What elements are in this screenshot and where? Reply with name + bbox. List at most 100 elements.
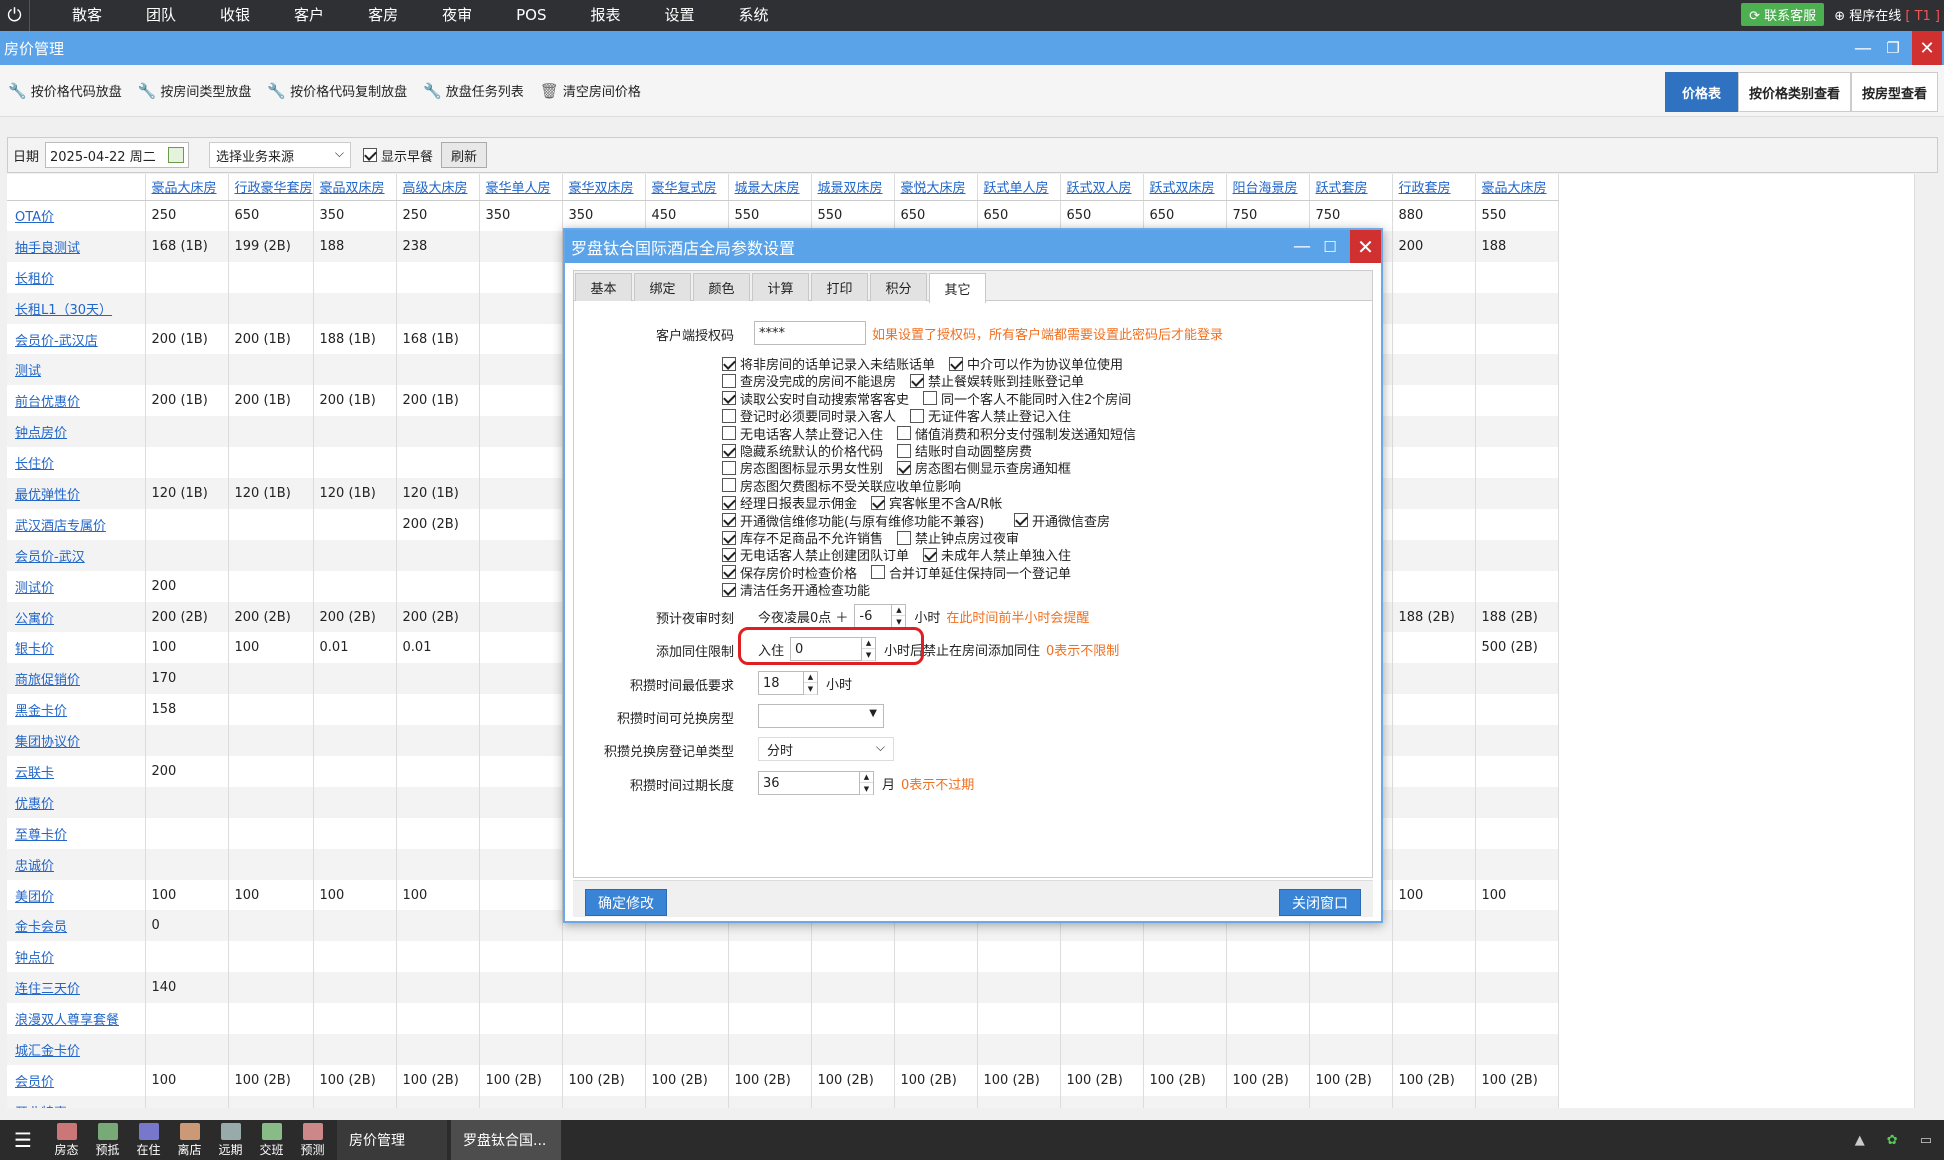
price-cell[interactable] <box>479 570 563 602</box>
price-cell[interactable] <box>313 941 397 973</box>
price-cell[interactable] <box>1392 478 1476 509</box>
price-cell[interactable]: 100 (2B) <box>1143 1064 1227 1096</box>
price-cell[interactable] <box>811 1095 895 1108</box>
price-cell[interactable] <box>645 972 729 1004</box>
option-checkbox[interactable]: 清洁任务开通检查功能 <box>722 580 870 599</box>
price-cell[interactable]: 100 (2B) <box>1392 1064 1476 1096</box>
price-cell[interactable] <box>313 694 397 726</box>
price-cell[interactable]: 199 (2B) <box>228 230 314 262</box>
checkbox[interactable] <box>923 547 937 562</box>
column-header[interactable]: 阳台海景房 <box>1226 174 1310 201</box>
price-code-link[interactable]: 会员价-武汉 <box>7 539 146 571</box>
checkbox[interactable] <box>910 408 924 423</box>
price-cell[interactable] <box>1226 941 1310 973</box>
price-cell[interactable]: 120 (1B) <box>396 478 480 509</box>
price-cell[interactable] <box>645 1003 729 1035</box>
price-cell[interactable]: 168 (1B) <box>396 323 480 355</box>
price-cell[interactable] <box>894 1034 978 1065</box>
price-cell[interactable] <box>228 694 314 726</box>
price-cell[interactable] <box>1475 292 1559 324</box>
price-cell[interactable] <box>562 1034 646 1065</box>
reg-type-select[interactable]: 分时 ⌵ <box>758 737 894 761</box>
price-cell[interactable] <box>228 663 314 695</box>
price-cell[interactable] <box>479 261 563 293</box>
vertical-scrollbar[interactable] <box>1914 174 1932 1108</box>
quick-launch-item[interactable]: 房态 <box>46 1122 87 1158</box>
price-code-link[interactable]: 金卡会员 <box>7 910 146 942</box>
option-checkbox[interactable]: 经理日报表显示佣金 <box>722 493 857 512</box>
tray-window-icon[interactable]: ▭ <box>1920 1133 1932 1148</box>
column-header[interactable]: 豪品大床房 <box>1475 174 1559 201</box>
price-cell[interactable]: 120 (1B) <box>228 478 314 509</box>
price-cell[interactable]: 200 (2B) <box>228 601 314 633</box>
price-cell[interactable] <box>894 972 978 1004</box>
price-cell[interactable] <box>1226 1003 1310 1035</box>
price-cell[interactable] <box>1060 941 1144 973</box>
menu-item[interactable]: 设置 <box>642 0 716 31</box>
price-cell[interactable] <box>145 1003 229 1035</box>
price-cell[interactable] <box>645 1034 729 1065</box>
price-cell[interactable] <box>562 1095 646 1108</box>
price-cell[interactable] <box>479 416 563 448</box>
price-cell[interactable] <box>396 1034 480 1065</box>
price-cell[interactable] <box>1475 972 1559 1004</box>
price-cell[interactable]: 100 (2B) <box>1475 1064 1559 1096</box>
price-code-link[interactable]: 连住三天价 <box>7 972 146 1004</box>
price-cell[interactable] <box>1392 910 1476 942</box>
price-cell[interactable] <box>396 1095 480 1108</box>
price-cell[interactable] <box>1475 478 1559 509</box>
option-checkbox[interactable]: 结账时自动圆整房费 <box>897 441 1032 460</box>
price-cell[interactable]: 200 (2B) <box>145 601 229 633</box>
price-cell[interactable] <box>1475 570 1559 602</box>
price-cell[interactable] <box>1392 756 1476 787</box>
tab-2[interactable]: 绑定 <box>634 273 691 301</box>
price-cell[interactable] <box>645 1095 729 1108</box>
checkbox[interactable] <box>722 460 736 475</box>
price-cell[interactable] <box>228 941 314 973</box>
price-cell[interactable] <box>1143 972 1227 1004</box>
column-header[interactable]: 行政豪华套房 <box>228 174 314 201</box>
price-cell[interactable]: 0.01 <box>313 632 397 664</box>
price-cell[interactable]: 100 <box>228 632 314 664</box>
task-tab-settings[interactable]: 罗盘钛合国... <box>451 1120 561 1160</box>
price-cell[interactable] <box>313 786 397 818</box>
option-checkbox[interactable]: 无电话客人禁止创建团队订单 <box>722 545 909 564</box>
column-header[interactable]: 跃式单人房 <box>977 174 1061 201</box>
price-cell[interactable] <box>313 416 397 448</box>
option-checkbox[interactable]: 同一个客人不能同时入住2个房间 <box>923 389 1131 408</box>
option-checkbox[interactable]: 合并订单延住保持同一个登记单 <box>871 563 1071 582</box>
price-cell[interactable] <box>1475 354 1559 386</box>
checkbox[interactable] <box>923 391 937 406</box>
column-header[interactable]: 豪悦大床房 <box>894 174 978 201</box>
price-cell[interactable] <box>1392 385 1476 417</box>
price-code-link[interactable]: 最优弹性价 <box>7 478 146 509</box>
price-cell[interactable] <box>1475 447 1559 479</box>
checkbox[interactable] <box>722 565 736 580</box>
price-cell[interactable] <box>479 941 563 973</box>
price-cell[interactable]: 100 (2B) <box>728 1064 812 1096</box>
price-cell[interactable] <box>313 817 397 849</box>
price-cell[interactable] <box>1475 910 1559 942</box>
price-code-link[interactable]: 浪漫双人尊享套餐 <box>7 1003 146 1035</box>
price-cell[interactable] <box>1475 539 1559 571</box>
option-checkbox[interactable]: 查房没完成的房间不能退房 <box>722 371 896 390</box>
price-cell[interactable] <box>1392 694 1476 726</box>
price-cell[interactable]: 100 (2B) <box>977 1064 1061 1096</box>
dialog-minimize-icon[interactable]: — <box>1289 230 1315 263</box>
price-cell[interactable] <box>1392 972 1476 1004</box>
checkbox[interactable] <box>722 356 736 371</box>
price-cell[interactable] <box>1475 725 1559 757</box>
price-code-link[interactable]: 银卡价 <box>7 632 146 664</box>
price-cell[interactable]: 100 (2B) <box>479 1064 563 1096</box>
price-cell[interactable] <box>1309 1034 1393 1065</box>
price-cell[interactable] <box>728 972 812 1004</box>
price-cell[interactable] <box>145 539 229 571</box>
price-cell[interactable] <box>1309 941 1393 973</box>
spin-buttons[interactable]: ▲ ▼ <box>891 604 906 628</box>
menu-item[interactable]: 报表 <box>568 0 642 31</box>
confirm-button[interactable]: 确定修改 <box>585 889 667 916</box>
price-cell[interactable] <box>145 817 229 849</box>
option-checkbox[interactable]: 库存不足商品不允许销售 <box>722 528 883 547</box>
option-checkbox[interactable]: 读取公安时自动搜索常客客史 <box>722 389 909 408</box>
price-cell[interactable] <box>228 416 314 448</box>
